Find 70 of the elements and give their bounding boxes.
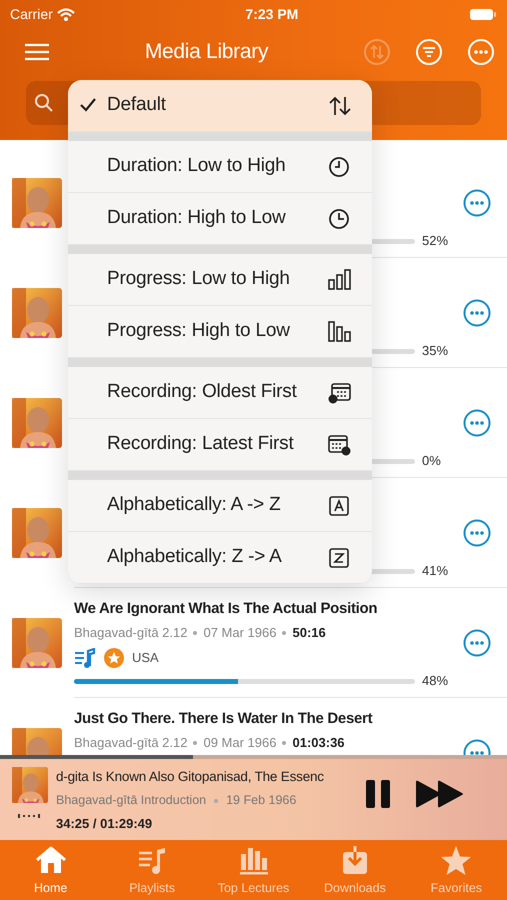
- filter-icon: [415, 38, 443, 66]
- playback-time: 34:25 / 01:29:49: [56, 815, 154, 833]
- track-date: 19 Feb 1966: [226, 792, 296, 810]
- lecture-duration: 50:16: [292, 624, 326, 642]
- track-title: d-gita Is Known Also Gitopanisad, The Essenc: [56, 768, 325, 786]
- sort-option[interactable]: Progress: Low to High: [68, 254, 372, 306]
- sort-option[interactable]: Alphabetically: A -> Z: [68, 480, 372, 532]
- clock-icon: [328, 156, 352, 178]
- letter-icon: [328, 494, 352, 516]
- clock: 7:23 PM: [245, 4, 298, 24]
- screen-title: Media Library: [144, 40, 268, 63]
- carrier-name: Carrier: [10, 4, 53, 24]
- lecture-title: Just Go There. There Is Water In The Desert: [74, 710, 372, 727]
- sort-option[interactable]: Recording: Oldest First: [68, 367, 372, 419]
- sort-option[interactable]: Alphabetically: Z -> A: [68, 532, 372, 584]
- wifi-icon: [56, 8, 75, 20]
- more-icon: [463, 629, 491, 657]
- calendar-icon: [328, 434, 352, 456]
- more-button[interactable]: [463, 299, 491, 327]
- lecture-date: 07 Mar 1966: [203, 624, 276, 642]
- dot-icon: [282, 630, 286, 634]
- bars-icon: [328, 320, 352, 342]
- lecture-duration: 01:03:36: [292, 734, 345, 752]
- battery-icon: [468, 8, 497, 20]
- sort-option[interactable]: Progress: High to Low: [68, 306, 372, 358]
- sort-option[interactable]: Duration: High to Low: [68, 193, 372, 245]
- lecture-place: USA: [132, 648, 159, 667]
- more-icon: [463, 409, 491, 437]
- progress-percent: 48%: [422, 672, 448, 690]
- star-icon: [440, 845, 472, 878]
- dot-icon: [193, 630, 198, 634]
- menu-icon: [24, 42, 50, 60]
- lecture-source: Bhagavad-gītā 2.12: [74, 624, 188, 642]
- progress-percent: 52%: [422, 232, 448, 250]
- fast-forward-icon: [416, 780, 464, 808]
- filter-button[interactable]: [415, 38, 443, 66]
- menu-button[interactable]: [24, 42, 50, 60]
- sort-icon: [363, 38, 391, 66]
- letter-icon: [328, 546, 352, 568]
- sort-option[interactable]: Default: [68, 80, 372, 132]
- sort-option[interactable]: Recording: Latest First: [68, 419, 372, 471]
- calendar-icon: [328, 382, 352, 404]
- dot-icon: [282, 740, 286, 744]
- checkmark-icon: [80, 98, 96, 112]
- more-icon: [463, 189, 491, 217]
- sort-option[interactable]: Duration: Low to High: [68, 141, 372, 193]
- more-button[interactable]: [463, 519, 491, 547]
- progress-percent: 41%: [422, 562, 448, 580]
- more-button[interactable]: [463, 189, 491, 217]
- progress-percent: 0%: [422, 452, 441, 470]
- dot-icon: [214, 798, 218, 803]
- track-source: Bhagavad-gītā Introduction: [56, 792, 206, 810]
- pause-icon: [366, 780, 390, 808]
- more-icon: [467, 38, 495, 66]
- pause-button[interactable]: [366, 780, 390, 808]
- dot-icon: [193, 740, 198, 744]
- sort-icon: [328, 94, 352, 116]
- fast-forward-button[interactable]: [416, 780, 464, 808]
- more-icon: [463, 519, 491, 547]
- audio-level-icon: [18, 813, 42, 819]
- lecture-source: Bhagavad-gītā 2.12: [74, 734, 188, 752]
- lecture-date: 09 Mar 1966: [203, 734, 276, 752]
- lecture-title: We Are Ignorant What Is The Actual Position: [74, 600, 378, 617]
- more-button[interactable]: [463, 629, 491, 657]
- bars-icon: [328, 268, 352, 290]
- more-icon: [463, 299, 491, 327]
- progress-percent: 35%: [422, 342, 448, 360]
- bar-chart-icon: [238, 845, 270, 878]
- clock-icon: [328, 208, 352, 230]
- more-button[interactable]: [463, 409, 491, 437]
